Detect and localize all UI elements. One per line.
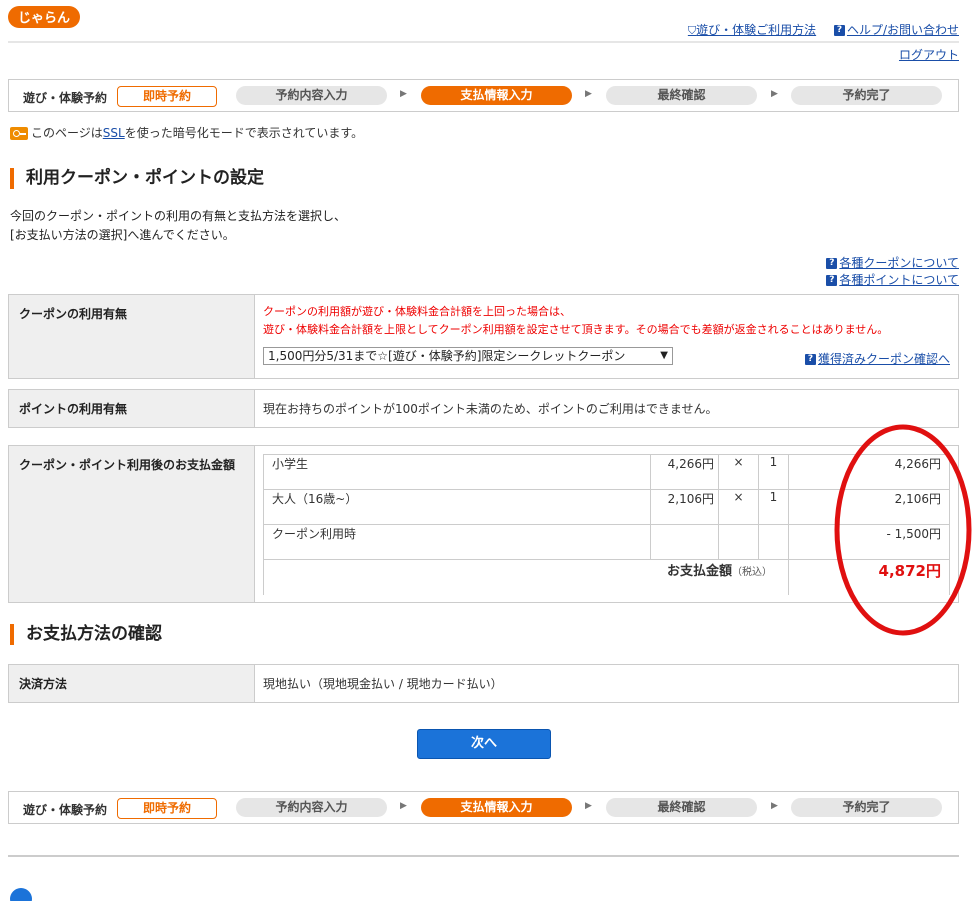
shield-icon: ⛉	[687, 24, 697, 37]
arrow-icon: ▶	[585, 89, 592, 99]
progress-steps-bottom: 遊び・体験予約 即時予約 予約内容入力 ▶ 支払情報入力 ▶ 最終確認 ▶ 予約…	[8, 791, 959, 824]
highlight-ellipse	[834, 424, 972, 636]
coupon-select[interactable]: 1,500円分5/31まで☆[遊び・体験予約]限定シークレットクーポン ▼	[263, 347, 673, 365]
steps-label: 遊び・体験予約	[23, 91, 108, 105]
point-table: ポイントの利用有無 現在お持ちのポイントが100ポイント未満のため、ポイントのご…	[8, 389, 959, 428]
arrow-icon: ▶	[771, 801, 778, 811]
arrow-icon: ▶	[585, 801, 592, 811]
help-icon: ?	[826, 258, 838, 269]
arrow-icon: ▶	[771, 89, 778, 99]
step-payment: 支払情報入力	[421, 86, 572, 105]
ssl-notice: このページはSSLを使った暗号化モードで表示されています。	[10, 124, 363, 141]
step-complete: 予約完了	[791, 798, 942, 817]
footer-divider	[8, 855, 959, 857]
next-button[interactable]: 次へ	[417, 729, 551, 759]
dropdown-caret-icon: ▼	[660, 350, 668, 361]
method-section-title: お支払方法の確認	[10, 624, 162, 645]
jalan-logo[interactable]: じゃらん	[8, 4, 80, 30]
steps-label: 遊び・体験予約	[23, 803, 108, 817]
arrow-icon: ▶	[400, 801, 407, 811]
point-help-link[interactable]: ? 各種ポイントについて	[826, 271, 959, 288]
method-row-header: 決済方法	[8, 664, 255, 703]
arrow-icon: ▶	[400, 89, 407, 99]
point-row-header: ポイントの利用有無	[8, 389, 255, 428]
key-icon	[10, 127, 28, 140]
method-row-value: 現地払い（現地現金払い / 現地カード払い）	[254, 664, 959, 703]
ssl-link[interactable]: SSL	[103, 126, 125, 140]
help-icon: ?	[804, 354, 816, 365]
step-confirm: 最終確認	[606, 798, 757, 817]
payment-row-header: クーポン・ポイント利用後のお支払金額	[8, 445, 255, 603]
instant-booking-badge: 即時予約	[117, 798, 217, 819]
method-table: 決済方法 現地払い（現地現金払い / 現地カード払い）	[8, 664, 959, 703]
coupon-intro: 今回のクーポン・ポイントの利用の有無と支払方法を選択し、 [お支払い方法の選択]…	[10, 209, 347, 242]
coupon-help-link[interactable]: ? 各種クーポンについて	[826, 254, 959, 271]
tax-note: （税込）	[732, 567, 772, 578]
coupon-table: クーポンの利用有無 クーポンの利用額が遊び・体験料金合計額を上回った場合は、 遊…	[8, 294, 959, 379]
help-link[interactable]: ? ヘルプ/お問い合わせ	[833, 23, 959, 37]
browser-icon	[10, 888, 32, 901]
progress-steps-top: 遊び・体験予約 即時予約 予約内容入力 ▶ 支払情報入力 ▶ 最終確認 ▶ 予約…	[8, 79, 959, 112]
logo-text: じゃらん	[18, 11, 70, 26]
logout-link[interactable]: ログアウト	[899, 46, 959, 63]
header-links: ⛉遊び・体験ご利用方法 ? ヘルプ/お問い合わせ	[674, 21, 959, 38]
coupon-row-value: クーポンの利用額が遊び・体験料金合計額を上回った場合は、 遊び・体験料金合計額を…	[254, 294, 959, 379]
step-input: 予約内容入力	[236, 798, 387, 817]
step-complete: 予約完了	[791, 86, 942, 105]
acquired-coupon-link[interactable]: ? 獲得済みクーポン確認へ	[804, 350, 950, 367]
payment-table: クーポン・ポイント利用後のお支払金額 小学生 4,266円 × 1 4,266円…	[8, 445, 959, 603]
total-label: お支払金額	[666, 564, 732, 579]
coupon-section-title: 利用クーポン・ポイントの設定	[10, 168, 264, 189]
coupon-row-header: クーポンの利用有無	[8, 294, 255, 379]
header-divider	[8, 41, 959, 43]
help-icon: ?	[833, 25, 845, 36]
step-payment: 支払情報入力	[421, 798, 572, 817]
help-icon: ?	[826, 275, 838, 286]
instant-booking-badge: 即時予約	[117, 86, 217, 107]
step-input: 予約内容入力	[236, 86, 387, 105]
usage-guide-link[interactable]: ⛉遊び・体験ご利用方法	[688, 23, 816, 37]
step-confirm: 最終確認	[606, 86, 757, 105]
coupon-note: クーポンの利用額が遊び・体験料金合計額を上回った場合は、 遊び・体験料金合計額を…	[263, 305, 889, 336]
